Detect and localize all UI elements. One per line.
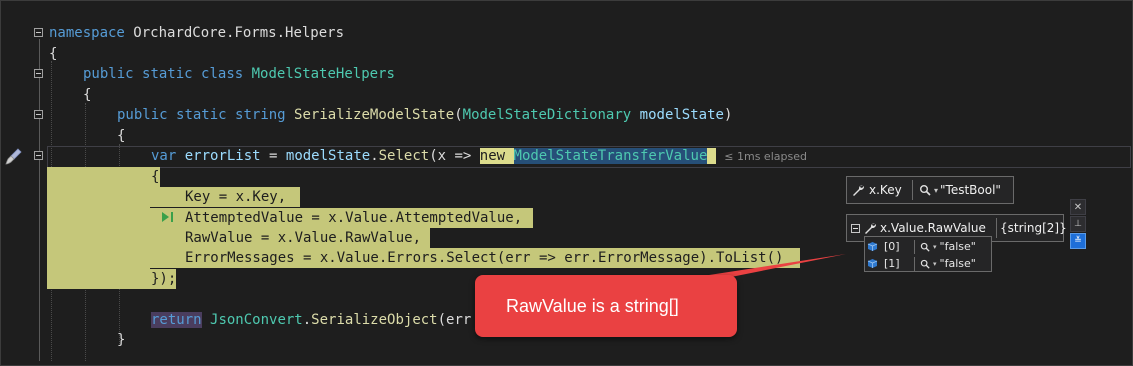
- assignment: ErrorMessages = x.Value.Errors.Select(er…: [185, 250, 784, 266]
- brace: {: [117, 128, 126, 144]
- datatip-child-row[interactable]: [0] ▾ "false": [867, 238, 989, 255]
- fold-line: [39, 39, 40, 361]
- namespace-name: OrchardCore.Forms.Helpers: [133, 25, 345, 41]
- expand-comments-icon[interactable]: ≚: [1070, 233, 1086, 249]
- code-line-12: ErrorMessages = x.Value.Errors.Select(er…: [185, 248, 783, 268]
- code-line-9: Key = x.Key,: [185, 187, 286, 207]
- child-value: "false": [939, 257, 976, 270]
- keyword: return: [151, 312, 202, 328]
- assignment: AttemptedValue = x.Value.AttemptedValue,: [185, 210, 523, 226]
- keyword: public: [117, 107, 168, 123]
- method-name: SerializeModelState: [294, 107, 455, 123]
- child-index: [1]: [884, 257, 900, 270]
- operator: =: [260, 148, 286, 164]
- datatip-value: "TestBool": [940, 183, 1001, 197]
- code-line-3: public static class ModelStateHelpers: [83, 64, 395, 84]
- callout-text: RawValue is a string[]: [506, 295, 679, 316]
- collapse-namespace-button[interactable]: [34, 28, 43, 37]
- datatip-child-row[interactable]: [1] ▾ "false": [867, 255, 989, 272]
- brace: {: [49, 46, 58, 62]
- operator: =>: [446, 148, 480, 164]
- method-call: SerializeObject: [311, 312, 438, 328]
- code-line-10: AttemptedValue = x.Value.AttemptedValue,: [185, 208, 522, 228]
- datatip-key-name: x.Key: [851, 177, 902, 203]
- paren: ): [723, 107, 733, 123]
- class-name: JsonConvert: [210, 312, 303, 328]
- chevron-down-icon[interactable]: ▾: [933, 260, 937, 268]
- arguments: (err: [437, 312, 472, 328]
- variable-name: errorList: [184, 148, 261, 164]
- paintbrush-icon[interactable]: [5, 147, 23, 165]
- datatip-key[interactable]: x.Key ▾ "TestBool": [846, 176, 1014, 204]
- debug-highlight: [47, 167, 150, 289]
- datatip-expression: x.Value.RawValue: [880, 221, 986, 235]
- child-value: "false": [939, 240, 976, 253]
- keyword: static: [176, 107, 227, 123]
- child-index: [0]: [884, 240, 900, 253]
- class-name: ModelStateHelpers: [251, 66, 395, 82]
- code-line-16: }: [117, 330, 125, 350]
- param-type: ModelStateDictionary: [462, 107, 632, 123]
- code-line-5: public static string SerializeModelState…: [117, 105, 732, 125]
- code-line-2: {: [49, 44, 57, 64]
- operator: .: [370, 148, 379, 164]
- datatip-rawvalue-value: {string[2]}: [996, 218, 1067, 238]
- wrench-icon: [865, 222, 877, 234]
- collapse-statement-button[interactable]: [34, 151, 43, 160]
- keyword: class: [201, 66, 244, 82]
- assignment: Key = x.Key,: [185, 189, 287, 205]
- datatip-expression: x.Key: [869, 183, 902, 197]
- magnifier-icon[interactable]: [920, 242, 930, 252]
- new-keyword-highlight: new: [479, 148, 506, 164]
- code-line-13: });: [151, 269, 176, 289]
- cube-icon: [867, 242, 878, 251]
- run-to-click-icon[interactable]: [161, 211, 175, 223]
- code-line-8: {: [151, 167, 159, 187]
- keyword: static: [142, 66, 193, 82]
- wrench-icon: [853, 184, 865, 196]
- datatip-key-value[interactable]: ▾ "TestBool": [912, 180, 1001, 200]
- collapse-class-button[interactable]: [34, 69, 43, 78]
- code-editor[interactable]: namespace OrchardCore.Forms.Helpers { pu…: [0, 0, 1133, 366]
- perf-tip[interactable]: ≤ 1ms elapsed: [724, 150, 807, 163]
- code-line-15: return JsonConvert.SerializeObject(err: [151, 310, 471, 330]
- keyword: namespace: [49, 25, 125, 41]
- assignment: RawValue = x.Value.RawValue,: [185, 230, 422, 246]
- datatip-value: {string[2]}: [1000, 221, 1067, 235]
- code-line-1: namespace OrchardCore.Forms.Helpers: [49, 23, 344, 43]
- keyword: public: [83, 66, 134, 82]
- code-line-11: RawValue = x.Value.RawValue,: [185, 228, 421, 248]
- code-line-7: var errorList = modelState.Select(x => n…: [151, 146, 807, 166]
- brace: {: [151, 169, 160, 185]
- keyword: var: [151, 148, 177, 164]
- paren: (: [454, 107, 463, 123]
- code-line-4: {: [83, 85, 91, 105]
- chevron-down-icon[interactable]: ▾: [933, 243, 937, 251]
- lambda-param: (x: [429, 148, 447, 164]
- type-selection: ModelStateTransferValue: [513, 148, 708, 164]
- method-call: Select: [378, 148, 430, 164]
- collapse-icon[interactable]: [851, 223, 860, 233]
- datatip-children: [0] ▾ "false" [1] ▾ "false": [864, 236, 992, 272]
- closing: });: [151, 271, 177, 287]
- annotation-callout: RawValue is a string[]: [475, 275, 737, 337]
- identifier: modelState: [285, 148, 371, 164]
- magnifier-icon[interactable]: [919, 184, 931, 196]
- close-icon[interactable]: ✕: [1070, 199, 1086, 215]
- brace: {: [83, 87, 92, 103]
- operator: .: [302, 312, 312, 328]
- keyword: string: [235, 107, 286, 123]
- code-line-6: {: [117, 126, 125, 146]
- brace: }: [117, 332, 126, 348]
- cube-icon: [867, 259, 878, 268]
- gutter: [1, 1, 31, 365]
- chevron-down-icon[interactable]: ▾: [934, 186, 938, 195]
- magnifier-icon[interactable]: [920, 259, 930, 269]
- pin-icon[interactable]: ⊥: [1070, 216, 1086, 232]
- collapse-method-button[interactable]: [34, 110, 43, 119]
- param-name: modelState: [639, 107, 724, 123]
